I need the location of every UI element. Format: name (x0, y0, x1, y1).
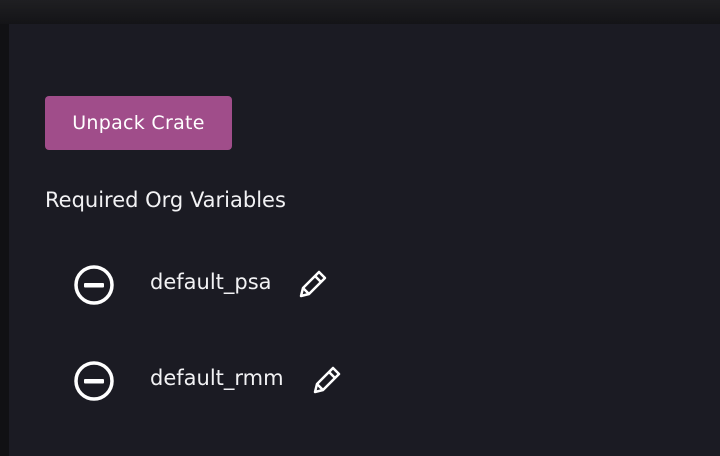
crate-panel: Unpack Crate Required Org Variables defa… (9, 24, 720, 456)
minus-circle-icon[interactable] (73, 360, 115, 402)
org-variable-row: default_rmm (73, 358, 413, 402)
org-variable-name: default_rmm (150, 366, 284, 390)
top-bar (0, 0, 720, 24)
pencil-icon[interactable] (309, 362, 345, 398)
minus-circle-icon[interactable] (73, 264, 115, 306)
section-title-required-org-variables: Required Org Variables (45, 188, 286, 212)
left-edge (0, 24, 9, 456)
pencil-icon[interactable] (295, 266, 331, 302)
org-variable-name: default_psa (150, 270, 272, 294)
unpack-crate-button[interactable]: Unpack Crate (45, 96, 232, 150)
org-variable-row: default_psa (73, 262, 413, 306)
